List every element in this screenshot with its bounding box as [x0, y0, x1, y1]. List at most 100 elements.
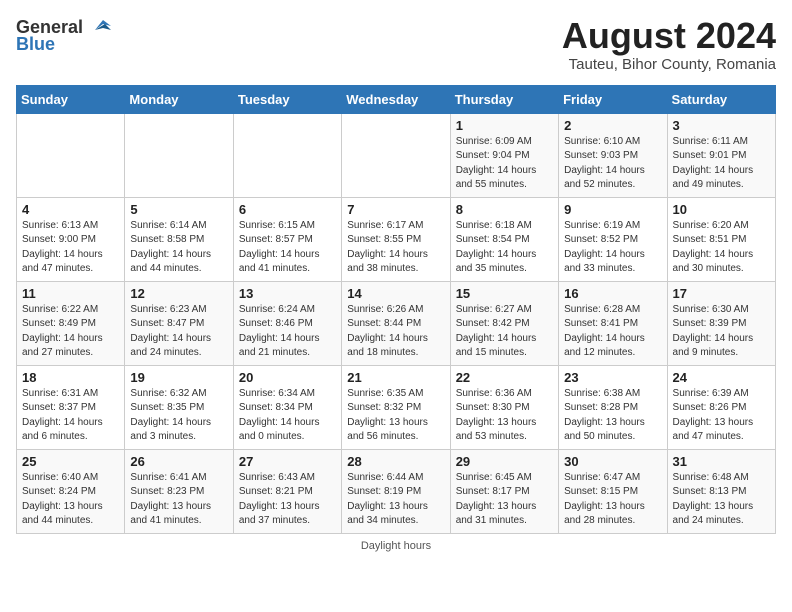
day-number: 14 [347, 286, 444, 301]
calendar-cell [233, 113, 341, 197]
calendar-cell: 23Sunrise: 6:38 AM Sunset: 8:28 PM Dayli… [559, 365, 667, 449]
calendar-cell: 21Sunrise: 6:35 AM Sunset: 8:32 PM Dayli… [342, 365, 450, 449]
day-info: Sunrise: 6:44 AM Sunset: 8:19 PM Dayligh… [347, 471, 444, 529]
week-row-4: 18 Sunrise: 6:31 AM Sunset: 8:37 PM Dayli… [17, 365, 776, 449]
calendar-cell: 27 Sunrise: 6:43 AM Sunset: 8:21 PM Dayli… [233, 449, 341, 533]
day-info: Sunrise: 6:41 AM Sunset: 8:23 PM Dayligh… [130, 471, 227, 529]
page-header: General Blue August 2024 Tauteu, Bihor C… [16, 16, 776, 73]
day-info: Sunrise: 6:35 AM Sunset: 8:32 PM Dayligh… [347, 387, 444, 445]
day-info: Sunrise: 6:43 AM Sunset: 8:21 PM Dayligh… [239, 471, 336, 529]
calendar-cell [17, 113, 125, 197]
calendar-cell: 20 Sunrise: 6:34 AM Sunset: 8:34 PM Dayli… [233, 365, 341, 449]
title-area: August 2024 Tauteu, Bihor County, Romani… [562, 16, 776, 73]
calendar-cell: 28 Sunrise: 6:44 AM Sunset: 8:19 PM Dayli… [342, 449, 450, 533]
month-year-title: August 2024 [562, 16, 776, 56]
day-number: 16 [564, 286, 661, 301]
weekday-header-sunday: Sunday [17, 85, 125, 113]
day-number: 9 [564, 202, 661, 217]
day-info: Sunrise: 6:10 AM Sunset: 9:03 PM Dayligh… [564, 135, 661, 193]
calendar-cell: 8Sunrise: 6:18 AM Sunset: 8:54 PM Daylig… [450, 197, 558, 281]
day-number: 18 [22, 370, 119, 385]
day-number: 31 [673, 454, 770, 469]
weekday-header-monday: Monday [125, 85, 233, 113]
day-number: 25 [22, 454, 119, 469]
day-info: Sunrise: 6:22 AM Sunset: 8:49 PM Dayligh… [22, 303, 119, 361]
weekday-header-thursday: Thursday [450, 85, 558, 113]
day-number: 7 [347, 202, 444, 217]
day-info: Sunrise: 6:11 AM Sunset: 9:01 PM Dayligh… [673, 135, 770, 193]
calendar-cell: 9 Sunrise: 6:19 AM Sunset: 8:52 PM Daylig… [559, 197, 667, 281]
day-info: Sunrise: 6:14 AM Sunset: 8:58 PM Dayligh… [130, 219, 227, 277]
day-number: 6 [239, 202, 336, 217]
calendar-cell: 29Sunrise: 6:45 AM Sunset: 8:17 PM Dayli… [450, 449, 558, 533]
calendar-cell: 18 Sunrise: 6:31 AM Sunset: 8:37 PM Dayli… [17, 365, 125, 449]
day-info: Sunrise: 6:30 AM Sunset: 8:39 PM Dayligh… [673, 303, 770, 361]
calendar-cell: 5 Sunrise: 6:14 AM Sunset: 8:58 PM Daylig… [125, 197, 233, 281]
day-info: Sunrise: 6:20 AM Sunset: 8:51 PM Dayligh… [673, 219, 770, 277]
day-number: 30 [564, 454, 661, 469]
day-number: 2 [564, 118, 661, 133]
day-number: 20 [239, 370, 336, 385]
day-number: 26 [130, 454, 227, 469]
calendar-cell: 13 Sunrise: 6:24 AM Sunset: 8:46 PM Dayli… [233, 281, 341, 365]
calendar-cell [342, 113, 450, 197]
calendar-cell: 30 Sunrise: 6:47 AM Sunset: 8:15 PM Dayli… [559, 449, 667, 533]
calendar-cell: 26 Sunrise: 6:41 AM Sunset: 8:23 PM Dayli… [125, 449, 233, 533]
day-info: Sunrise: 6:40 AM Sunset: 8:24 PM Dayligh… [22, 471, 119, 529]
day-info: Sunrise: 6:15 AM Sunset: 8:57 PM Dayligh… [239, 219, 336, 277]
weekday-header-wednesday: Wednesday [342, 85, 450, 113]
calendar-cell: 3 Sunrise: 6:11 AM Sunset: 9:01 PM Daylig… [667, 113, 775, 197]
day-info: Sunrise: 6:47 AM Sunset: 8:15 PM Dayligh… [564, 471, 661, 529]
calendar-cell: 11Sunrise: 6:22 AM Sunset: 8:49 PM Dayli… [17, 281, 125, 365]
week-row-3: 11Sunrise: 6:22 AM Sunset: 8:49 PM Dayli… [17, 281, 776, 365]
logo: General Blue [16, 16, 111, 55]
weekday-header-row: SundayMondayTuesdayWednesdayThursdayFrid… [17, 85, 776, 113]
weekday-header-tuesday: Tuesday [233, 85, 341, 113]
calendar-table: SundayMondayTuesdayWednesdayThursdayFrid… [16, 85, 776, 534]
day-number: 27 [239, 454, 336, 469]
calendar-cell: 31 Sunrise: 6:48 AM Sunset: 8:13 PM Dayli… [667, 449, 775, 533]
calendar-cell: 14 Sunrise: 6:26 AM Sunset: 8:44 PM Dayli… [342, 281, 450, 365]
calendar-cell: 15 Sunrise: 6:27 AM Sunset: 8:42 PM Dayli… [450, 281, 558, 365]
day-info: Sunrise: 6:19 AM Sunset: 8:52 PM Dayligh… [564, 219, 661, 277]
day-number: 28 [347, 454, 444, 469]
footer-note: Daylight hours [16, 540, 776, 552]
week-row-2: 4Sunrise: 6:13 AM Sunset: 9:00 PM Daylig… [17, 197, 776, 281]
calendar-cell: 2 Sunrise: 6:10 AM Sunset: 9:03 PM Daylig… [559, 113, 667, 197]
day-info: Sunrise: 6:34 AM Sunset: 8:34 PM Dayligh… [239, 387, 336, 445]
week-row-5: 25 Sunrise: 6:40 AM Sunset: 8:24 PM Dayli… [17, 449, 776, 533]
calendar-cell: 17Sunrise: 6:30 AM Sunset: 8:39 PM Dayli… [667, 281, 775, 365]
week-row-1: 1 Sunrise: 6:09 AM Sunset: 9:04 PM Daylig… [17, 113, 776, 197]
day-info: Sunrise: 6:32 AM Sunset: 8:35 PM Dayligh… [130, 387, 227, 445]
day-number: 8 [456, 202, 553, 217]
day-info: Sunrise: 6:09 AM Sunset: 9:04 PM Dayligh… [456, 135, 553, 193]
location-subtitle: Tauteu, Bihor County, Romania [562, 56, 776, 73]
logo-blue-text: Blue [16, 34, 55, 55]
day-info: Sunrise: 6:31 AM Sunset: 8:37 PM Dayligh… [22, 387, 119, 445]
day-number: 29 [456, 454, 553, 469]
calendar-cell [125, 113, 233, 197]
day-number: 19 [130, 370, 227, 385]
day-info: Sunrise: 6:26 AM Sunset: 8:44 PM Dayligh… [347, 303, 444, 361]
calendar-cell: 22 Sunrise: 6:36 AM Sunset: 8:30 PM Dayli… [450, 365, 558, 449]
day-number: 15 [456, 286, 553, 301]
day-info: Sunrise: 6:39 AM Sunset: 8:26 PM Dayligh… [673, 387, 770, 445]
day-info: Sunrise: 6:24 AM Sunset: 8:46 PM Dayligh… [239, 303, 336, 361]
day-number: 3 [673, 118, 770, 133]
day-number: 5 [130, 202, 227, 217]
calendar-cell: 12Sunrise: 6:23 AM Sunset: 8:47 PM Dayli… [125, 281, 233, 365]
day-number: 22 [456, 370, 553, 385]
calendar-cell: 6 Sunrise: 6:15 AM Sunset: 8:57 PM Daylig… [233, 197, 341, 281]
day-number: 1 [456, 118, 553, 133]
day-info: Sunrise: 6:36 AM Sunset: 8:30 PM Dayligh… [456, 387, 553, 445]
calendar-cell: 1 Sunrise: 6:09 AM Sunset: 9:04 PM Daylig… [450, 113, 558, 197]
weekday-header-friday: Friday [559, 85, 667, 113]
calendar-cell: 7Sunrise: 6:17 AM Sunset: 8:55 PM Daylig… [342, 197, 450, 281]
day-info: Sunrise: 6:48 AM Sunset: 8:13 PM Dayligh… [673, 471, 770, 529]
calendar-cell: 4Sunrise: 6:13 AM Sunset: 9:00 PM Daylig… [17, 197, 125, 281]
logo-bird-icon [85, 16, 111, 38]
calendar-cell: 24Sunrise: 6:39 AM Sunset: 8:26 PM Dayli… [667, 365, 775, 449]
day-number: 13 [239, 286, 336, 301]
day-info: Sunrise: 6:27 AM Sunset: 8:42 PM Dayligh… [456, 303, 553, 361]
weekday-header-saturday: Saturday [667, 85, 775, 113]
